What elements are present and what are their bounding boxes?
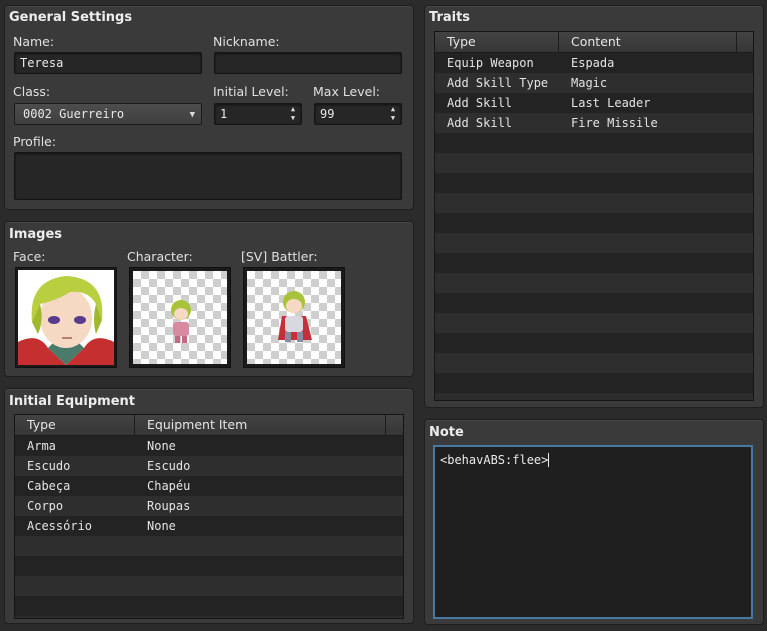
table-row-empty[interactable] [435,313,753,333]
equipment-item-cell: None [147,519,176,533]
table-row[interactable]: Acessório None [15,516,403,536]
profile-label: Profile: [13,134,57,149]
initial-equipment-panel: Initial Equipment Type Equipment Item Ar… [4,388,414,624]
text-cursor [548,453,550,467]
table-row-empty[interactable] [435,333,753,353]
table-row[interactable]: Add Skill Type Magic [435,73,753,93]
equipment-item-cell: Escudo [147,459,191,473]
table-row-empty[interactable] [435,293,753,313]
column-header-type[interactable]: Type [435,32,559,52]
name-field[interactable]: Teresa [14,52,202,74]
table-row-empty[interactable] [435,173,753,193]
table-row-empty[interactable] [435,193,753,213]
trait-type-cell: Add Skill [447,96,513,110]
class-select[interactable]: 0002 Guerreiro ▼ [14,103,202,125]
column-header-content[interactable]: Content [559,32,737,52]
name-label: Name: [13,34,55,49]
note-textarea[interactable]: <behavABS:flee> [433,445,753,619]
class-select-value: 0002 Guerreiro [23,107,125,121]
equipment-rows: Arma None Escudo Escudo Cabeça Chapéu Corpo… [15,436,403,618]
images-panel: Images Face: Character: [SV] Battler: [4,221,414,377]
table-row-empty[interactable] [435,273,753,293]
nickname-label: Nickname: [213,34,280,49]
character-sprite [171,300,191,343]
general-settings-panel: General Settings Name: Teresa Nickname: … [4,5,414,210]
trait-type-cell: Add Skill Type [447,76,549,90]
battler-sprite [278,291,312,342]
equipment-item-cell: Chapéu [147,479,191,493]
class-label: Class: [13,84,51,99]
initial-equipment-title: Initial Equipment [9,394,136,409]
table-row[interactable]: Corpo Roupas [15,496,403,516]
trait-type-cell: Add Skill [447,116,513,130]
column-header-type[interactable]: Type [15,415,135,435]
table-row-empty[interactable] [435,153,753,173]
table-row-empty[interactable] [15,596,403,616]
table-row-empty[interactable] [435,233,753,253]
character-label: Character: [127,249,193,264]
initial-level-value: 1 [220,107,228,121]
trait-content-cell: Espada [571,56,615,70]
equipment-type-cell: Acessório [27,519,93,533]
initial-level-stepper[interactable]: 1 ▲ ▼ [214,103,302,125]
note-title: Note [429,425,464,440]
equipment-list-header: Type Equipment Item [15,415,403,436]
table-row-empty[interactable] [15,536,403,556]
equipment-type-cell: Corpo [27,499,64,513]
stepper-arrows-icon[interactable]: ▲ ▼ [388,105,398,123]
trait-content-cell: Last Leader [571,96,651,110]
traits-title: Traits [429,10,471,25]
traits-list[interactable]: Type Content Equip Weapon Espada Add Skil… [434,31,754,401]
traits-rows: Equip Weapon Espada Add Skill Type Magic A… [435,53,753,400]
max-level-label: Max Level: [313,84,381,99]
general-settings-title: General Settings [9,10,133,25]
chevron-down-icon: ▼ [189,110,195,120]
character-image[interactable] [129,267,231,368]
table-row[interactable]: Cabeça Chapéu [15,476,403,496]
equipment-type-cell: Cabeça [27,479,71,493]
equipment-list[interactable]: Type Equipment Item Arma None Escudo Escud… [14,414,404,619]
equipment-item-cell: Roupas [147,499,191,513]
table-row-empty[interactable] [435,213,753,233]
table-row-empty[interactable] [435,373,753,393]
table-row[interactable]: Escudo Escudo [15,456,403,476]
images-title: Images [9,227,63,242]
table-row[interactable]: Equip Weapon Espada [435,53,753,73]
profile-textarea[interactable] [14,152,402,200]
table-row[interactable]: Add Skill Last Leader [435,93,753,113]
initial-level-label: Initial Level: [213,84,289,99]
trait-content-cell: Magic [571,76,608,90]
equipment-type-cell: Arma [27,439,56,453]
column-header-equipment-item[interactable]: Equipment Item [135,415,386,435]
nickname-field[interactable] [214,52,402,74]
table-row-empty[interactable] [435,353,753,373]
table-row-empty[interactable] [435,133,753,153]
face-label: Face: [13,249,46,264]
trait-type-cell: Equip Weapon [447,56,534,70]
face-portrait [18,270,114,365]
table-row-empty[interactable] [435,253,753,273]
traits-panel: Traits Type Content Equip Weapon Espada A… [424,5,764,408]
battler-label: [SV] Battler: [241,249,318,264]
traits-list-header: Type Content [435,32,753,53]
battler-image[interactable] [243,267,345,368]
max-level-value: 99 [320,107,335,121]
note-text: <behavABS:flee> [440,453,549,467]
table-row[interactable]: Arma None [15,436,403,456]
note-panel: Note <behavABS:flee> [424,419,764,625]
table-row-empty[interactable] [15,576,403,596]
table-row[interactable]: Add Skill Fire Missile [435,113,753,133]
trait-content-cell: Fire Missile [571,116,658,130]
equipment-item-cell: None [147,439,176,453]
equipment-type-cell: Escudo [27,459,71,473]
face-image[interactable] [15,267,117,368]
stepper-arrows-icon[interactable]: ▲ ▼ [288,105,298,123]
max-level-stepper[interactable]: 99 ▲ ▼ [314,103,402,125]
table-row-empty[interactable] [15,556,403,576]
